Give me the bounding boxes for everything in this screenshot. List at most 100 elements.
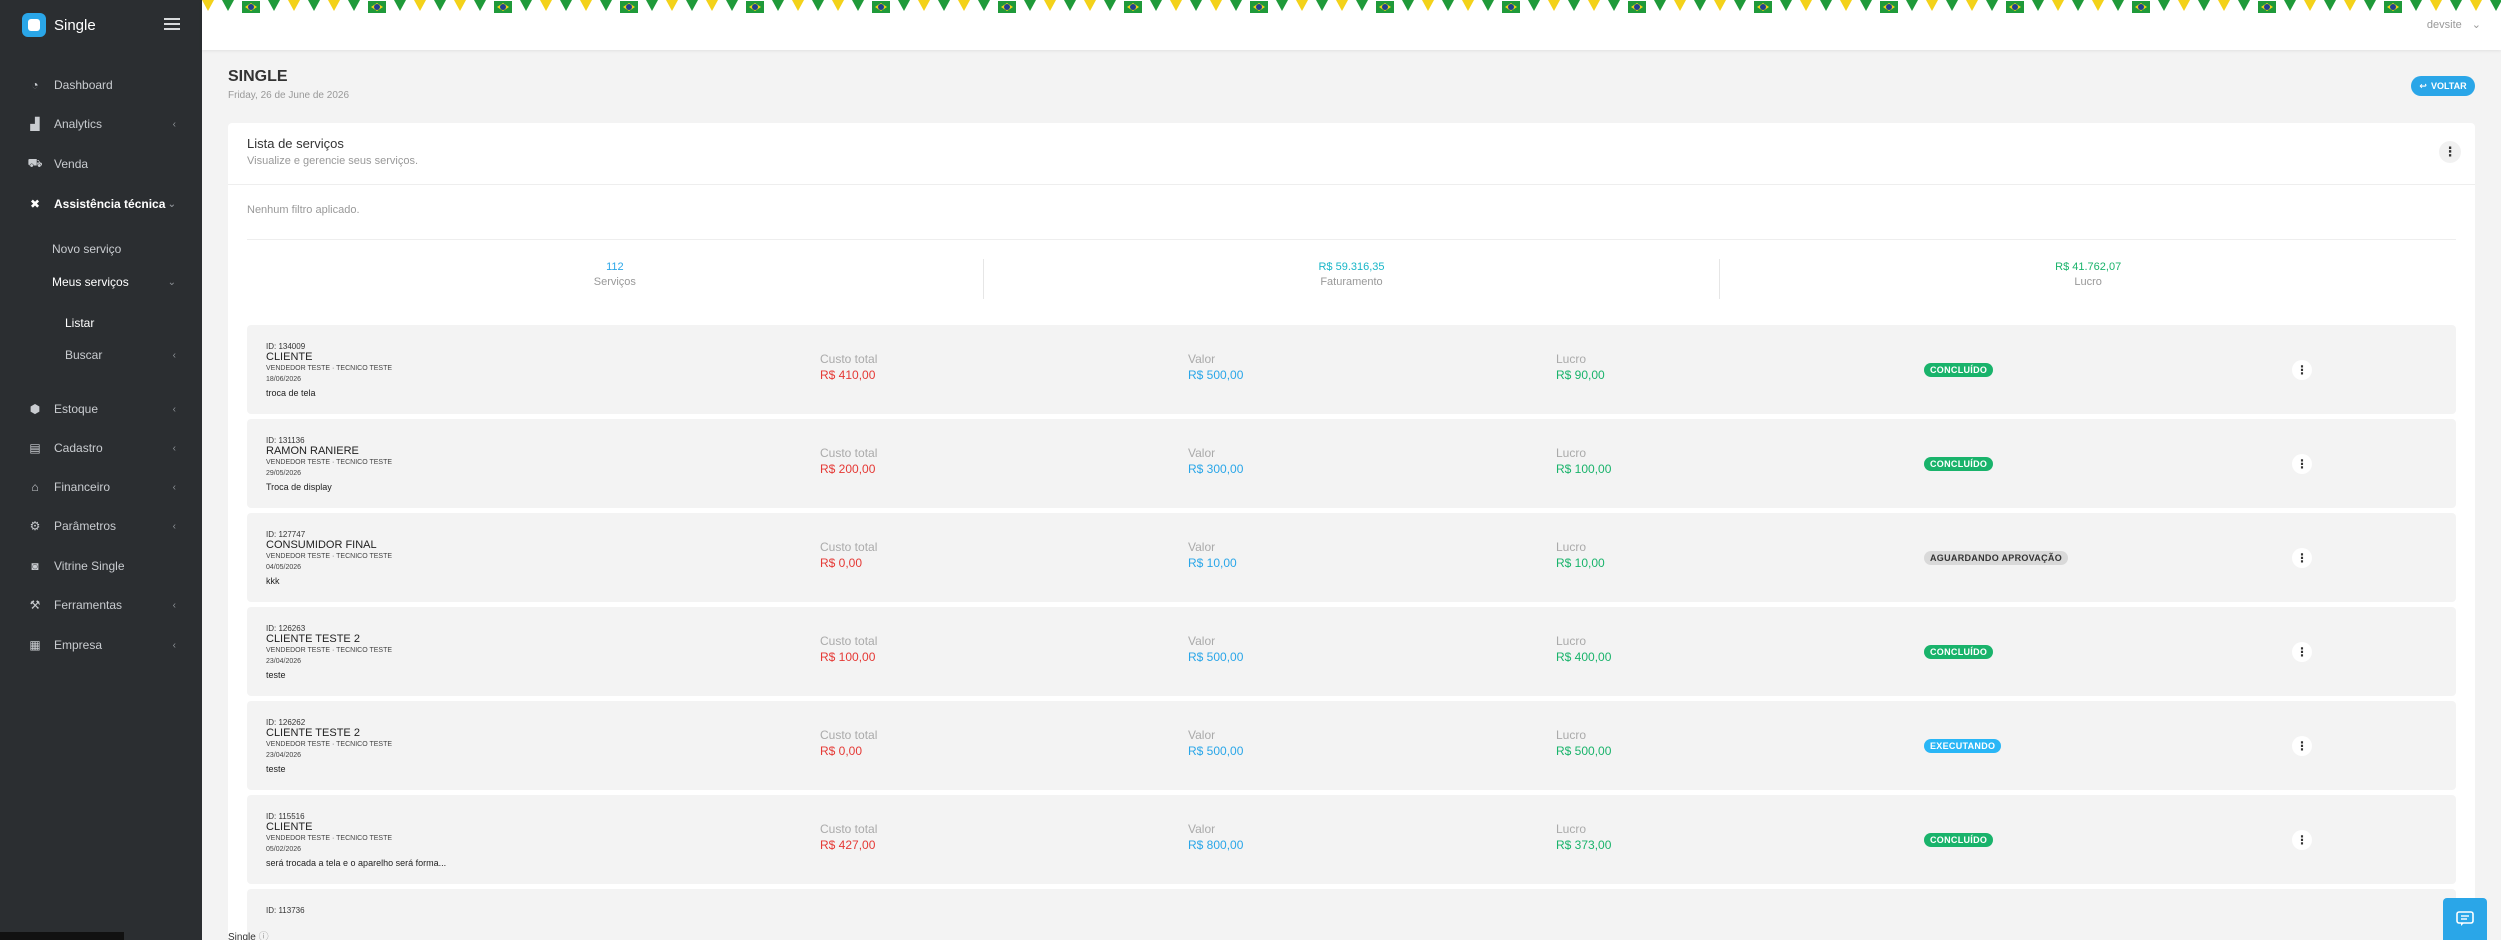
- brand-name: Single: [54, 16, 96, 34]
- back-button[interactable]: ↩ VOLTAR: [2411, 76, 2475, 96]
- valor-value: R$ 800,00: [1188, 838, 1244, 852]
- pennant-icon: [2218, 0, 2230, 11]
- sidebar-item-label: Analytics: [54, 117, 103, 131]
- service-id: ID: 134009: [266, 342, 306, 351]
- sidebar-item-cadastro[interactable]: ▤ Cadastro ‹: [0, 433, 202, 463]
- pennant-icon: [1296, 0, 1308, 11]
- sidebar-item-vitrine-single[interactable]: ◙ Vitrine Single: [0, 551, 202, 581]
- client-name: CLIENTE: [266, 821, 313, 833]
- sidebar-item-empresa[interactable]: ▦ Empresa ‹: [0, 630, 202, 660]
- row-options-button[interactable]: ⋮: [2292, 830, 2312, 850]
- row-options-button[interactable]: ⋮: [2292, 736, 2312, 756]
- services-card: Lista de serviços Visualize e gerencie s…: [228, 123, 2475, 940]
- custo-label: Custo total: [820, 540, 878, 554]
- chevron-down-icon: ⌄: [167, 276, 176, 288]
- valor-value: R$ 500,00: [1188, 744, 1244, 758]
- pennant-icon: [434, 0, 446, 11]
- sidebar-item-assist-ncia-t-cnica[interactable]: ✖ Assistência técnica ⌄: [0, 189, 202, 219]
- service-staff: VENDEDOR TESTE · TECNICO TESTE: [266, 647, 393, 654]
- service-row[interactable]: ID: 126262 CLIENTE TESTE 2 VENDEDOR TESTE …: [247, 701, 2456, 790]
- row-options-button[interactable]: ⋮: [2292, 548, 2312, 568]
- sidebar-subitem-listar[interactable]: Listar: [0, 310, 202, 336]
- pennant-icon: [1442, 0, 1454, 11]
- pennant-icon: [1906, 0, 1918, 11]
- service-date: 29/05/2026: [266, 470, 302, 477]
- service-row[interactable]: ID: 134009 CLIENTE VENDEDOR TESTE · TECNIC…: [247, 325, 2456, 414]
- custo-value: R$ 410,00: [820, 368, 876, 382]
- sidebar-footer-bar: [0, 932, 124, 940]
- pennant-icon: [1800, 0, 1812, 11]
- sidebar-subitem-buscar[interactable]: Buscar ‹: [0, 342, 202, 368]
- pennant-icon: [2158, 0, 2170, 11]
- pennant-icon: [1044, 0, 1056, 11]
- pennant-icon: [1860, 0, 1872, 11]
- client-name: CLIENTE TESTE 2: [266, 633, 360, 645]
- pennant-icon: [1422, 0, 1434, 11]
- kebab-menu-icon: ⋮: [2296, 457, 2308, 471]
- custo-label: Custo total: [820, 352, 878, 366]
- service-row[interactable]: ID: 113736: [247, 889, 2456, 940]
- pennant-icon: [348, 0, 360, 11]
- row-options-button[interactable]: ⋮: [2292, 454, 2312, 474]
- sidebar-item-dashboard[interactable]: ◔ Dashboard: [0, 70, 202, 100]
- chevron-left-icon: ‹: [172, 599, 176, 611]
- hamburger-menu-icon[interactable]: [164, 18, 180, 30]
- return-arrow-icon: ↩: [2419, 80, 2427, 91]
- sidebar: Single ◔ Dashboard ▟ Analytics ‹ ⛟ Venda ✖ Assis…: [0, 0, 202, 940]
- brand[interactable]: Single: [0, 0, 202, 50]
- pennant-icon: [414, 0, 426, 11]
- lucro-column: Lucro R$ 90,00: [1556, 352, 1605, 382]
- valor-label: Valor: [1188, 352, 1216, 366]
- sidebar-item-estoque[interactable]: ⬢ Estoque ‹: [0, 394, 202, 424]
- brazil-flag-icon: [1376, 1, 1394, 13]
- pennant-icon: [1402, 0, 1414, 11]
- row-options-button[interactable]: ⋮: [2292, 360, 2312, 380]
- brazil-flag-icon: [494, 1, 512, 13]
- cart-icon: ⛟: [27, 156, 43, 170]
- sidebar-subitem-meus-servicos[interactable]: Meus serviços ⌄: [0, 269, 202, 295]
- sidebar-item-financeiro[interactable]: ⌂ Financeiro ‹: [0, 472, 202, 502]
- custo-value: R$ 200,00: [820, 462, 876, 476]
- pennant-icon: [898, 0, 910, 11]
- card-options-button[interactable]: ⋮: [2439, 141, 2461, 163]
- custo-column: Custo total R$ 200,00: [820, 446, 877, 476]
- chevron-left-icon: ‹: [172, 481, 176, 493]
- card-subtitle: Visualize e gerencie seus serviços.: [247, 155, 418, 167]
- custo-label: Custo total: [820, 634, 878, 648]
- stat-label: Lucro: [2074, 276, 2102, 288]
- sidebar-item-ferramentas[interactable]: ⚒ Ferramentas ‹: [0, 590, 202, 620]
- service-row[interactable]: ID: 126263 CLIENTE TESTE 2 VENDEDOR TESTE …: [247, 607, 2456, 696]
- pennant-icon: [686, 0, 698, 11]
- valor-value: R$ 10,00: [1188, 556, 1237, 570]
- divider: [247, 239, 2456, 240]
- user-menu[interactable]: devsite ⌄: [2427, 18, 2481, 32]
- service-staff: VENDEDOR TESTE · TECNICO TESTE: [266, 459, 393, 466]
- sidebar-item-label: Financeiro: [54, 480, 111, 494]
- service-row[interactable]: ID: 115516 CLIENTE VENDEDOR TESTE · TECNIC…: [247, 795, 2456, 884]
- chat-button[interactable]: [2443, 898, 2487, 940]
- brazil-flag-icon: [746, 1, 764, 13]
- pennant-icon: [394, 0, 406, 11]
- pennant-icon: [1024, 0, 1036, 11]
- sidebar-subitem-novo-servico[interactable]: Novo serviço: [0, 236, 202, 262]
- sidebar-subitem-label: Buscar: [65, 348, 103, 362]
- service-id: ID: 127747: [266, 530, 306, 539]
- pennant-icon: [792, 0, 804, 11]
- lucro-column: Lucro R$ 500,00: [1556, 728, 1611, 758]
- lucro-column: Lucro R$ 10,00: [1556, 540, 1605, 570]
- sidebar-item-venda[interactable]: ⛟ Venda: [0, 149, 202, 179]
- sidebar-item-label: Parâmetros: [54, 519, 117, 533]
- pennant-icon: [268, 0, 280, 11]
- bag-icon: ◙: [31, 559, 39, 573]
- service-row[interactable]: ID: 127747 CONSUMIDOR FINAL VENDEDOR TESTE…: [247, 513, 2456, 602]
- pennant-icon: [600, 0, 612, 11]
- pennant-icon: [2092, 0, 2104, 11]
- sidebar-item-par-metros[interactable]: ⚙ Parâmetros ‹: [0, 511, 202, 541]
- brazil-flag-icon: [368, 1, 386, 13]
- stat-label: Serviços: [593, 276, 636, 288]
- service-row[interactable]: ID: 131136 RAMON RANIERE VENDEDOR TESTE · …: [247, 419, 2456, 508]
- pennant-icon: [2284, 0, 2296, 11]
- sidebar-item-analytics[interactable]: ▟ Analytics ‹: [0, 109, 202, 139]
- pennant-icon: [706, 0, 718, 11]
- row-options-button[interactable]: ⋮: [2292, 642, 2312, 662]
